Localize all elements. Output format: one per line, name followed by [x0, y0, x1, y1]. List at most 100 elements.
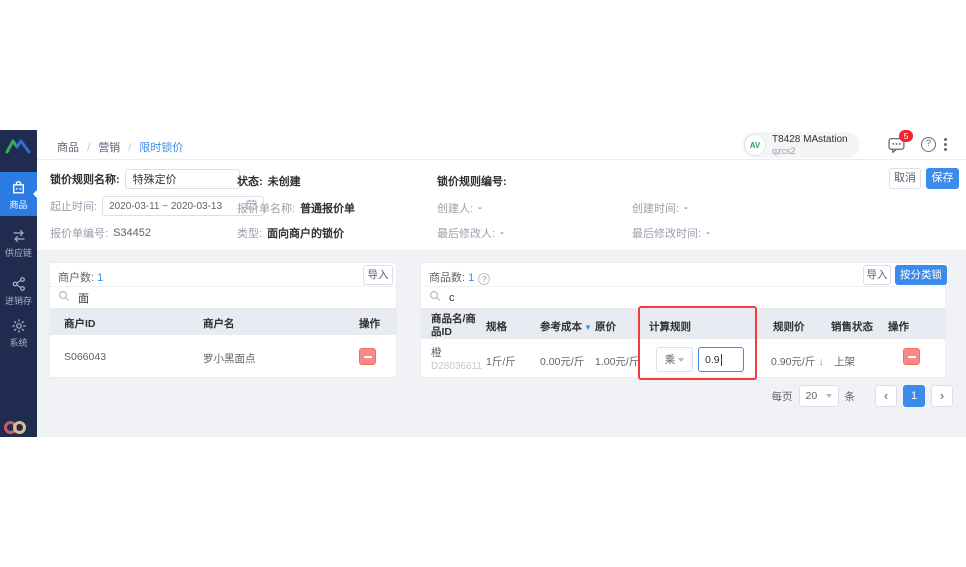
- calc-operator-value: 乘: [665, 352, 676, 367]
- status-label: 状态:: [237, 173, 263, 189]
- merchant-id: S066043: [64, 351, 106, 363]
- column-header-sortable[interactable]: 参考成本▼: [540, 319, 592, 334]
- column-header: 原价: [595, 319, 616, 334]
- product-name: 橙: [431, 345, 482, 360]
- column-header: 规则价: [773, 319, 805, 334]
- product-import-button[interactable]: 导入: [863, 265, 891, 285]
- quote-no-value: S34452: [113, 227, 151, 239]
- sidebar-item-label: 商品: [0, 198, 37, 211]
- breadcrumb-item[interactable]: 商品: [57, 142, 79, 154]
- chevron-down-icon: [826, 394, 832, 398]
- sale-status: 上架: [834, 354, 855, 369]
- column-header: 销售状态: [831, 319, 873, 334]
- rule-name-label: 锁价规则名称:: [50, 171, 120, 187]
- remove-merchant-button[interactable]: [359, 348, 376, 365]
- column-header: 操作: [359, 316, 380, 331]
- date-range-value: 2020-03-11 ~ 2020-03-13: [109, 201, 222, 212]
- modify-time-label: 最后修改时间:: [632, 225, 701, 241]
- product-panel: 商品数:1? 导入 按分类锁价 商品名/商品ID 规格 参考成本▼ 原价 计算规…: [420, 262, 946, 378]
- merchant-count-label: 商户数:: [58, 272, 94, 284]
- column-header: 操作: [888, 319, 909, 334]
- page-button-1[interactable]: 1: [903, 385, 925, 407]
- per-page-select[interactable]: 20: [799, 385, 839, 407]
- question-circle-icon[interactable]: ?: [478, 273, 490, 285]
- topbar: 商品 / 营销 / 限时锁价 AV T8428 MAstation qzcs2 …: [37, 130, 966, 160]
- product-id: D28036611: [431, 361, 482, 372]
- merchant-name: 罗小黑面点: [203, 351, 256, 366]
- notification-badge: 5: [899, 130, 913, 142]
- sidebar-item-inventory[interactable]: 进销存: [0, 276, 37, 312]
- type-value: 面向商户的锁价: [267, 225, 344, 241]
- merchant-import-button[interactable]: 导入: [363, 265, 393, 285]
- product-search-input[interactable]: [449, 292, 862, 304]
- rule-name-input[interactable]: [125, 169, 240, 189]
- remove-product-button[interactable]: [903, 348, 920, 365]
- supply-chain-icon: [0, 228, 37, 244]
- save-button[interactable]: 保存: [926, 168, 959, 189]
- breadcrumb-separator: /: [87, 142, 90, 154]
- breadcrumb-separator: /: [128, 142, 131, 154]
- sidebar: 商品 供应链 进销存: [0, 130, 37, 437]
- breadcrumb: 商品 / 营销 / 限时锁价: [57, 139, 183, 155]
- merchant-count-value: 1: [97, 272, 103, 284]
- create-time-value: -: [684, 202, 688, 214]
- product-table-header: 商品名/商品ID 规格 参考成本▼ 原价 计算规则 规则价 销售状态 操作: [421, 309, 945, 339]
- cancel-button[interactable]: 取消: [889, 168, 921, 189]
- active-item-caret-icon: [33, 190, 37, 198]
- product-spec: 1斤/斤: [486, 354, 516, 369]
- product-count-value: 1: [468, 272, 474, 284]
- pagination: 每页 20 条 ‹ 1 ›: [772, 384, 954, 408]
- merchant-panel: 商户数:1 导入 商户ID 商户名 操作 S066043 罗小黑面点: [49, 262, 397, 378]
- sidebar-item-label: 系统: [0, 336, 37, 349]
- calc-operator-select[interactable]: 乘: [656, 347, 693, 372]
- creator-value: -: [478, 202, 482, 214]
- partial-brand-logo: [4, 421, 26, 434]
- product-ref-cost: 0.00元/斤: [540, 354, 584, 369]
- more-menu-icon[interactable]: [944, 138, 947, 151]
- modify-time-value: -: [706, 227, 710, 239]
- type-label: 类型:: [237, 225, 262, 241]
- quote-name-value: 普通报价单: [300, 200, 355, 216]
- merchant-search: [50, 287, 396, 309]
- date-range-label: 起止时间:: [50, 198, 97, 214]
- per-page-label: 每页: [772, 389, 793, 404]
- shopping-bag-icon: [0, 179, 37, 196]
- sidebar-item-label: 供应链: [0, 246, 37, 259]
- user-subtitle: qzcs2: [772, 146, 848, 156]
- calc-factor-input[interactable]: 0.9: [698, 347, 744, 372]
- rule-no-label: 锁价规则编号:: [437, 173, 507, 189]
- avatar: AV: [744, 134, 766, 156]
- sidebar-item-system[interactable]: 系统: [0, 318, 37, 354]
- sort-desc-icon[interactable]: ▼: [584, 323, 592, 332]
- sidebar-item-supply-chain[interactable]: 供应链: [0, 228, 37, 264]
- next-page-button[interactable]: ›: [931, 385, 953, 407]
- status-value: 未创建: [268, 173, 301, 189]
- rule-form: 锁价规则名称: 状态: 未创建 锁价规则编号: 取消 保存 起止时间: 2020…: [37, 161, 966, 250]
- prev-page-button[interactable]: ‹: [875, 385, 897, 407]
- column-header: 计算规则: [649, 319, 691, 334]
- share-nodes-icon: [0, 276, 37, 292]
- search-icon: [58, 289, 70, 307]
- user-menu[interactable]: AV T8428 MAstation qzcs2: [742, 132, 860, 158]
- help-icon[interactable]: ?: [921, 137, 936, 152]
- product-count-label: 商品数:: [429, 272, 465, 284]
- price-down-arrow-icon: ↓: [818, 356, 824, 368]
- chevron-down-icon: [678, 358, 684, 362]
- create-time-label: 创建时间:: [632, 200, 679, 216]
- lock-by-category-button[interactable]: 按分类锁价: [895, 265, 947, 285]
- breadcrumb-current: 限时锁价: [139, 142, 183, 154]
- app-logo-icon: [5, 138, 32, 160]
- per-page-unit: 条: [845, 389, 856, 404]
- quote-no-label: 报价单编号:: [50, 225, 108, 241]
- column-header: 商户ID: [64, 316, 96, 331]
- product-orig-price: 1.00元/斤: [595, 354, 639, 369]
- product-search: [421, 287, 945, 309]
- creator-label: 创建人:: [437, 200, 473, 216]
- user-name: T8428 MAstation: [772, 134, 848, 146]
- modifier-label: 最后修改人:: [437, 225, 495, 241]
- sidebar-item-label: 进销存: [0, 294, 37, 307]
- breadcrumb-item[interactable]: 营销: [98, 142, 120, 154]
- sidebar-item-goods[interactable]: 商品: [0, 172, 37, 216]
- per-page-value: 20: [806, 390, 818, 402]
- merchant-search-input[interactable]: [78, 292, 348, 304]
